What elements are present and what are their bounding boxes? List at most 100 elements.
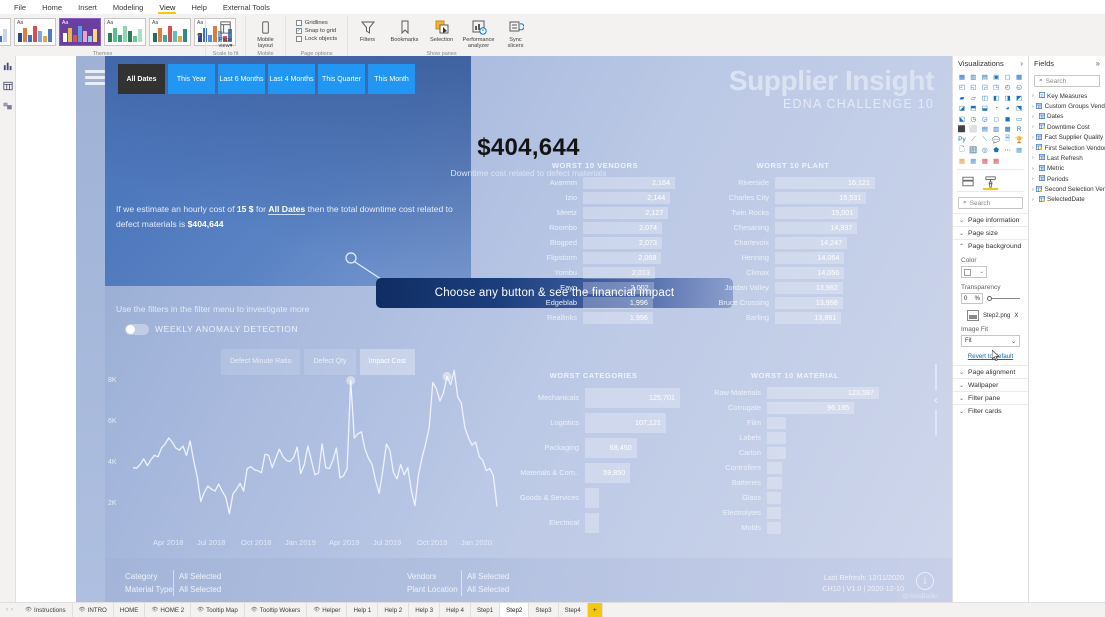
menu-item-home[interactable]: Home xyxy=(34,2,70,13)
collapse-icon[interactable]: › xyxy=(1020,59,1023,68)
visual-type-icon[interactable]: ⋯ xyxy=(1003,146,1013,155)
visual-type-icon[interactable]: 🗎 xyxy=(1003,135,1013,144)
field-table-item[interactable]: › Periods xyxy=(1029,174,1105,184)
custom-visual-icon[interactable]: ▦ xyxy=(957,156,967,165)
tab-nav-arrows[interactable]: ‹ › xyxy=(0,603,19,617)
visual-type-icon[interactable]: ◻ xyxy=(991,114,1001,123)
section-page-background[interactable]: ⌃ Page background xyxy=(953,239,1028,252)
chevron-right-icon[interactable]: › xyxy=(1032,155,1036,161)
visual-type-icon[interactable]: ⬛ xyxy=(957,125,967,134)
visual-type-icon[interactable]: ⟍ xyxy=(980,135,990,144)
bar-row[interactable]: Raw Materials 123,597 xyxy=(705,385,885,400)
visual-type-icon[interactable]: ⬔ xyxy=(1014,104,1024,113)
visual-type-icon[interactable]: ⟋ xyxy=(968,135,978,144)
visual-type-icon[interactable]: ▦ xyxy=(1003,125,1013,134)
fields-list[interactable]: › ∑ Key Measures › Custom Groups Vendor › Date… xyxy=(1029,91,1105,205)
field-table-item[interactable]: › First Selection Vendor xyxy=(1029,143,1105,153)
visual-type-icon[interactable]: ◕ xyxy=(1003,104,1013,113)
visual-type-icon[interactable]: ▥ xyxy=(968,72,978,81)
visual-type-icon[interactable]: ▤ xyxy=(980,72,990,81)
custom-visual-icon[interactable]: ▦ xyxy=(1014,146,1024,155)
menu-item-modeling[interactable]: Modeling xyxy=(105,2,151,13)
theme-thumbnail[interactable]: Aa xyxy=(149,18,191,46)
visual-type-icon[interactable]: ⬟ xyxy=(991,146,1001,155)
prev-page-icon[interactable]: ‹ xyxy=(6,607,8,613)
selection-button[interactable]: Selection xyxy=(425,18,459,43)
bar-row[interactable]: Reallinks 1,996 xyxy=(511,310,679,325)
field-table-item[interactable]: › Metric xyxy=(1029,164,1105,174)
page-tab-home[interactable]: HOME xyxy=(114,603,146,617)
visual-type-icon[interactable]: ◼ xyxy=(1003,114,1013,123)
date-button-last-6-months[interactable]: Last 6 Months xyxy=(218,64,265,94)
background-color-picker[interactable]: ⌄ xyxy=(961,266,987,278)
theme-thumbnail[interactable]: Aa xyxy=(14,18,56,46)
mobile-layout-button[interactable]: Mobile layout xyxy=(249,18,283,49)
visual-type-icon[interactable]: ▤ xyxy=(980,125,990,134)
visual-type-icon[interactable]: ▣ xyxy=(991,72,1001,81)
bar-row[interactable]: Meetz 2,127 xyxy=(511,205,679,220)
bar-row[interactable]: Jordan Valley 13,962 xyxy=(703,280,883,295)
data-view-icon[interactable] xyxy=(2,80,13,91)
bar-row[interactable]: Izio 2,144 xyxy=(511,190,679,205)
bar-row[interactable]: Labels xyxy=(705,430,885,445)
visual-type-icon[interactable]: ▢ xyxy=(1003,72,1013,81)
bar-row[interactable]: Eayo 2,002 xyxy=(511,280,679,295)
chevron-right-icon[interactable]: › xyxy=(1032,197,1036,203)
section-wallpaper[interactable]: ⌄ Wallpaper xyxy=(953,378,1028,391)
info-icon[interactable]: i xyxy=(916,572,934,590)
checkbox-lock-objects[interactable]: Lock objects xyxy=(295,36,337,42)
checkbox-snap-to-grid[interactable]: ✓ Snap to grid xyxy=(295,28,337,34)
bar-row[interactable]: Blogped 2,073 xyxy=(511,235,679,250)
image-fit-select[interactable]: Fit ⌄ xyxy=(961,335,1020,347)
theme-thumbnail[interactable]: Aa xyxy=(59,18,101,46)
revert-to-default-link[interactable]: Revert to default xyxy=(961,350,1020,361)
date-range-slicer[interactable]: All Dates This Year Last 6 Months Last 4 Mo… xyxy=(118,64,415,94)
theme-thumbnail[interactable]: Aa xyxy=(0,18,11,46)
page-tab-instructions[interactable]: 👁 Instructions xyxy=(19,603,73,617)
visual-type-icon[interactable]: 🔢 xyxy=(968,146,978,155)
bar-row[interactable]: Bruce Crossing 13,958 xyxy=(703,295,883,310)
category-bar-list[interactable]: Mechanicals 125,701 Logistics 107,121 Packag… xyxy=(501,385,686,535)
bar-row[interactable]: Charlevoix 14,247 xyxy=(703,235,883,250)
add-page-button[interactable]: + xyxy=(587,603,603,617)
bar-row[interactable]: Yombu 2,013 xyxy=(511,265,679,280)
visual-type-icon[interactable]: ▥ xyxy=(991,125,1001,134)
bar-row[interactable]: Controllers xyxy=(705,460,885,475)
transparency-input[interactable]: 0 % xyxy=(961,293,983,304)
page-tab-help-3[interactable]: Help 3 xyxy=(409,603,441,617)
vendor-bar-list[interactable]: Avarmm 2,184 Izio 2,144 Meetz 2,127 Roombo 2,07… xyxy=(511,175,679,325)
theme-more-icon[interactable]: ▾ xyxy=(195,31,203,40)
field-table-item[interactable]: › Fact Supplier Quality xyxy=(1029,133,1105,143)
visual-type-icon[interactable]: ◩ xyxy=(1014,93,1024,102)
section-filter-cards[interactable]: ⌄ Filter cards xyxy=(953,404,1028,417)
custom-visual-icon[interactable]: ▦ xyxy=(980,156,990,165)
page-tab-helper[interactable]: 👁 Helper xyxy=(307,603,348,617)
performance-analyzer-button[interactable]: Performance analyzer xyxy=(462,18,496,49)
bar-row[interactable]: Logistics 107,121 xyxy=(501,410,686,435)
bar-row[interactable]: Molds xyxy=(705,520,885,535)
visual-type-icon[interactable]: 🏆 xyxy=(1014,135,1024,144)
page-tab-tooltip-map[interactable]: 👁 Tooltip Map xyxy=(191,603,245,617)
visual-type-icon[interactable]: R xyxy=(1014,125,1024,134)
bookmarks-button[interactable]: Bookmarks xyxy=(388,18,422,43)
field-table-item[interactable]: › SelectedDate xyxy=(1029,195,1105,205)
section-page-size[interactable]: ⌄ Page size xyxy=(953,226,1028,239)
bar-row[interactable]: Edgeblab 1,996 xyxy=(511,295,679,310)
visual-type-icon[interactable]: ▱ xyxy=(968,93,978,102)
bar-row[interactable]: Riverside 16,121 xyxy=(703,175,883,190)
bar-row[interactable]: Electrical xyxy=(501,510,686,535)
date-button-this-year[interactable]: This Year xyxy=(168,64,215,94)
visual-type-icon[interactable]: ◎ xyxy=(980,146,990,155)
date-button-all-dates[interactable]: All Dates xyxy=(118,64,165,94)
page-tab-step4[interactable]: Step4 xyxy=(559,603,588,617)
visual-type-icon[interactable]: ◨ xyxy=(1003,93,1013,102)
checkbox-gridlines[interactable]: Gridlines xyxy=(295,20,337,26)
theme-thumbnail[interactable]: Aa xyxy=(104,18,146,46)
filters-button[interactable]: Filters xyxy=(351,18,385,43)
page-tab-home-2[interactable]: 👁 HOME 2 xyxy=(145,603,192,617)
chevron-right-icon[interactable]: › xyxy=(1032,124,1036,130)
model-view-icon[interactable] xyxy=(2,100,13,111)
collapse-panel-button[interactable]: ‹ xyxy=(928,364,944,436)
chevron-right-icon[interactable]: › xyxy=(1032,166,1036,172)
date-button-this-quarter[interactable]: This Quarter xyxy=(318,64,365,94)
